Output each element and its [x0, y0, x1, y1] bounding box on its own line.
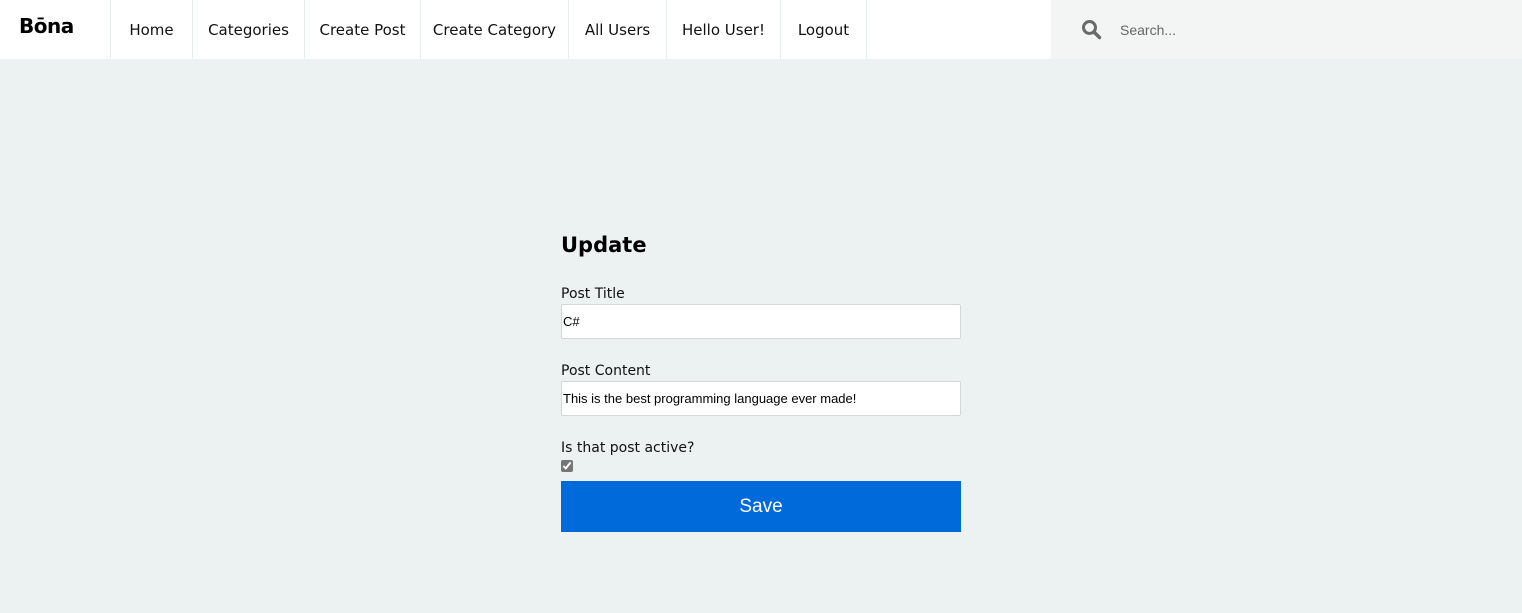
- update-post-form: Update Post Title Post Content Is that p…: [561, 230, 961, 532]
- form-title: Update: [561, 233, 647, 257]
- post-title-label: Post Title: [561, 286, 625, 302]
- search-input[interactable]: [1120, 17, 1500, 43]
- search-bar: [1051, 0, 1522, 59]
- post-content-input[interactable]: [561, 381, 961, 416]
- nav-item-logout[interactable]: Logout: [780, 0, 867, 59]
- brand-logo[interactable]: Bōna: [19, 14, 74, 38]
- post-content-label: Post Content: [561, 363, 651, 379]
- nav-item-create-post[interactable]: Create Post: [304, 0, 420, 59]
- nav-item-hello-user[interactable]: Hello User!: [666, 0, 780, 59]
- post-title-input[interactable]: [561, 304, 961, 339]
- nav-item-categories[interactable]: Categories: [192, 0, 304, 59]
- save-button[interactable]: Save: [561, 481, 961, 532]
- nav-item-all-users[interactable]: All Users: [568, 0, 666, 59]
- nav-item-home[interactable]: Home: [110, 0, 192, 59]
- search-icon[interactable]: [1081, 19, 1102, 40]
- main-nav: Home Categories Create Post Create Categ…: [110, 0, 867, 59]
- top-navbar: Bōna Home Categories Create Post Create …: [0, 0, 1522, 59]
- active-label: Is that post active?: [561, 440, 695, 456]
- nav-item-create-category[interactable]: Create Category: [420, 0, 568, 59]
- active-checkbox[interactable]: [561, 460, 573, 472]
